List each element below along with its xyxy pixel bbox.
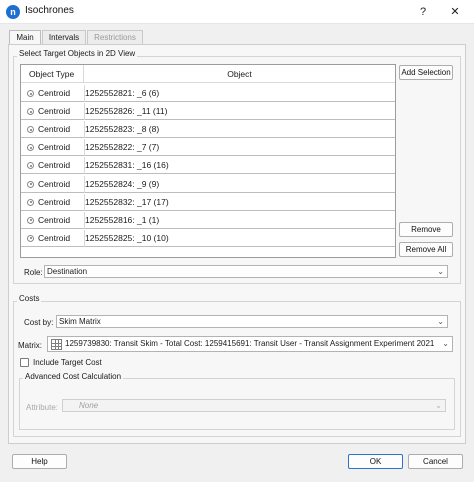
centroid-radio-icon (27, 162, 34, 170)
attribute-label: Attribute: (26, 403, 59, 412)
object-type-label: Centroid (38, 88, 71, 98)
table-row[interactable]: Centroid 1252552824: _9 (9) (21, 175, 395, 193)
chevron-down-icon: ⌄ (442, 339, 449, 348)
chevron-down-icon: ⌄ (435, 401, 442, 410)
object-cell: 1252552816: _1 (1) (84, 211, 395, 229)
tab-restrictions[interactable]: Restrictions (87, 30, 143, 44)
help-button[interactable]: Help (12, 454, 67, 469)
object-cell: 1252552831: _16 (16) (84, 157, 395, 175)
role-select[interactable]: Destination ⌄ (44, 265, 448, 278)
table-row[interactable]: Centroid 1252552823: _8 (8) (21, 121, 395, 139)
object-cell: 1252552832: _17 (17) (84, 193, 395, 211)
matrix-select-value: 1259739830: Transit Skim - Total Cost: 1… (65, 339, 435, 348)
table-row[interactable]: Centroid 1252552832: _17 (17) (21, 193, 395, 211)
object-type-label: Centroid (38, 214, 71, 225)
object-type-label: Centroid (38, 142, 71, 153)
app-logo-icon: n (6, 5, 20, 19)
centroid-radio-icon (27, 108, 34, 116)
object-cell: 1252552826: _11 (11) (84, 103, 395, 121)
role-select-value: Destination (47, 267, 88, 276)
object-type-cell: Centroid (25, 121, 80, 138)
costs-group-label: Costs (17, 294, 42, 303)
title-bar: n Isochrones ? ✕ (0, 0, 474, 24)
table-row[interactable]: Centroid 1252552826: _11 (11) (21, 103, 395, 121)
object-type-cell: Centroid (25, 103, 80, 120)
centroid-radio-icon (27, 234, 34, 242)
table-row[interactable]: Centroid 1252552816: _1 (1) (21, 211, 395, 229)
object-type-cell: Centroid (25, 230, 80, 247)
attribute-select[interactable]: None ⌄ (62, 399, 446, 412)
matrix-grid-icon (51, 339, 62, 350)
centroid-radio-icon (27, 216, 34, 224)
object-cell: 1252552823: _8 (8) (84, 121, 395, 139)
matrix-select[interactable]: 1259739830: Transit Skim - Total Cost: 1… (47, 336, 453, 352)
tab-intervals[interactable]: Intervals (42, 30, 86, 44)
object-cell: 1252552821: _6 (6) (84, 85, 395, 102)
window-title: Isochrones (25, 5, 74, 16)
tab-main[interactable]: Main (9, 30, 41, 45)
chevron-down-icon: ⌄ (437, 317, 444, 326)
cancel-button[interactable]: Cancel (408, 454, 463, 469)
centroid-radio-icon (27, 180, 34, 188)
matrix-label: Matrix: (18, 341, 42, 350)
target-objects-table[interactable]: Object Type Object Centroid 1252552821: _… (20, 64, 396, 258)
role-label: Role: (24, 268, 43, 277)
object-type-cell: Centroid (25, 85, 80, 102)
object-type-label: Centroid (38, 178, 71, 189)
ok-button[interactable]: OK (348, 454, 403, 469)
table-row[interactable]: Centroid 1252552821: _6 (6) (21, 85, 395, 102)
chevron-down-icon: ⌄ (437, 267, 444, 276)
object-type-cell: Centroid (25, 157, 80, 174)
column-header-object-type[interactable]: Object Type (21, 65, 84, 83)
object-type-cell: Centroid (25, 139, 80, 156)
object-cell: 1252552825: _10 (10) (84, 229, 395, 247)
table-row[interactable]: Centroid 1252552825: _10 (10) (21, 229, 395, 247)
centroid-radio-icon (27, 198, 34, 206)
object-type-label: Centroid (38, 196, 71, 207)
object-type-label: Centroid (38, 232, 71, 243)
object-type-label: Centroid (38, 106, 71, 117)
object-cell: 1252552822: _7 (7) (84, 139, 395, 157)
add-selection-button[interactable]: Add Selection (399, 65, 453, 80)
object-type-cell: Centroid (25, 194, 80, 211)
close-icon[interactable]: ✕ (444, 3, 466, 21)
centroid-radio-icon (27, 144, 34, 152)
include-target-cost-checkbox[interactable] (20, 358, 29, 367)
cost-by-label: Cost by: (24, 318, 54, 327)
object-type-cell: Centroid (25, 176, 80, 193)
remove-all-button[interactable]: Remove All (399, 242, 453, 257)
object-cell: 1252552824: _9 (9) (84, 175, 395, 193)
remove-button[interactable]: Remove (399, 222, 453, 237)
attribute-select-value: None (79, 401, 99, 410)
advanced-cost-group-label: Advanced Cost Calculation (23, 372, 124, 381)
cost-by-select[interactable]: Skim Matrix ⌄ (56, 315, 448, 328)
table-row[interactable]: Centroid 1252552822: _7 (7) (21, 139, 395, 157)
object-type-cell: Centroid (25, 212, 80, 229)
object-type-label: Centroid (38, 160, 71, 171)
include-target-cost-label: Include Target Cost (33, 358, 102, 367)
target-objects-group-label: Select Target Objects in 2D View (17, 49, 138, 58)
object-type-label: Centroid (38, 124, 71, 135)
centroid-radio-icon (27, 90, 34, 97)
table-row[interactable]: Centroid 1252552831: _16 (16) (21, 157, 395, 175)
help-icon[interactable]: ? (412, 3, 434, 21)
centroid-radio-icon (27, 126, 34, 134)
cost-by-select-value: Skim Matrix (59, 317, 101, 326)
column-header-object[interactable]: Object (84, 65, 395, 83)
